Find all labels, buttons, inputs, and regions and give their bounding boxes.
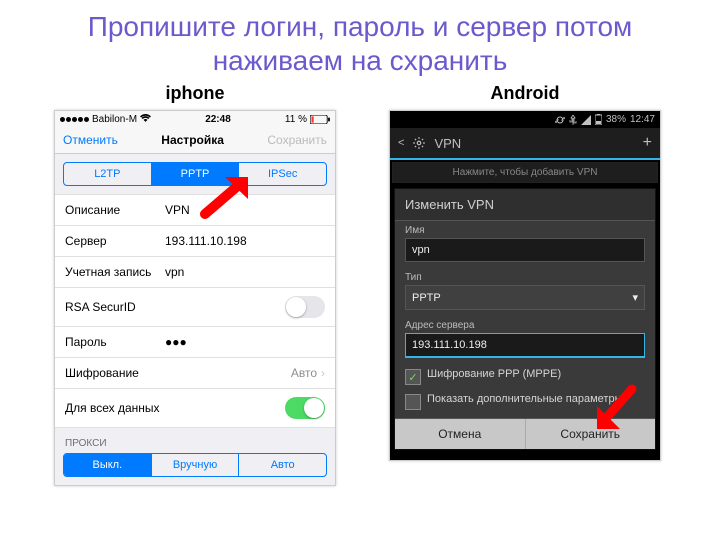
name-label: Имя: [405, 225, 645, 236]
proxy-segmented[interactable]: Выкл. Вручную Авто: [63, 453, 327, 477]
iphone-screenshot: Babilon-M 22:48 11 % Отменить Настройка …: [54, 110, 336, 486]
battery-icon: [595, 114, 602, 125]
proxy-off[interactable]: Выкл.: [64, 454, 151, 476]
seg-ipsec[interactable]: IPSec: [238, 163, 326, 185]
hint-text[interactable]: Нажмите, чтобы добавить VPN: [392, 162, 658, 183]
password-value: ●●●: [165, 335, 187, 349]
sendall-toggle[interactable]: [285, 397, 325, 419]
account-label: Учетная запись: [65, 265, 165, 279]
dropdown-icon: ▾: [632, 291, 638, 304]
cancel-button[interactable]: Отмена: [395, 419, 525, 449]
sendall-label: Для всех данных: [65, 401, 285, 415]
server-value: 193.111.10.198: [165, 234, 247, 248]
desc-value: VPN: [165, 203, 190, 217]
desc-label: Описание: [65, 203, 165, 217]
slide-title: Пропишите логин, пароль и сервер потом н…: [0, 0, 720, 83]
account-value: vpn: [165, 265, 184, 279]
chevron-right-icon: ›: [321, 366, 325, 380]
save-button[interactable]: Сохранить: [525, 419, 656, 449]
android-screenshot: 38% 12:47 < VPN + Нажмите, чтобы добавит…: [389, 110, 661, 461]
type-select[interactable]: PPTP ▾: [405, 285, 645, 310]
mppe-checkbox[interactable]: Шифрование PPP (MPPE): [395, 364, 655, 389]
status-time: 12:47: [630, 114, 655, 125]
checkbox-icon: [405, 369, 421, 385]
status-time: 22:48: [205, 114, 231, 125]
row-rsa: RSA SecurID: [55, 288, 335, 327]
battery-percent: 38%: [606, 114, 626, 125]
server-label: Сервер: [65, 234, 165, 248]
proxy-manual[interactable]: Вручную: [151, 454, 239, 476]
back-icon[interactable]: <: [398, 137, 404, 149]
usb-icon: [569, 115, 577, 125]
rsa-label: RSA SecurID: [65, 300, 285, 314]
ios-nav-bar: Отменить Настройка Сохранить: [55, 127, 335, 154]
advanced-label: Показать дополнительные параметры: [427, 393, 622, 405]
battery-percent: 11 %: [285, 114, 307, 125]
proxy-auto[interactable]: Авто: [238, 454, 326, 476]
android-status-bar: 38% 12:47: [390, 111, 660, 128]
android-action-bar: < VPN +: [390, 128, 660, 160]
proxy-section: ПРОКСИ: [55, 428, 335, 453]
seg-l2tp[interactable]: L2TP: [64, 163, 151, 185]
wifi-icon: [140, 113, 151, 125]
row-encryption[interactable]: Шифрование Авто ›: [55, 358, 335, 389]
row-server[interactable]: Сервер 193.111.10.198: [55, 226, 335, 257]
sync-icon: [555, 115, 565, 125]
row-sendall: Для всех данных: [55, 389, 335, 428]
edit-vpn-dialog: Изменить VPN Имя vpn Тип PPTP ▾ Адрес се…: [394, 188, 656, 450]
advanced-checkbox[interactable]: Показать дополнительные параметры: [395, 389, 655, 414]
cancel-button[interactable]: Отменить: [63, 133, 118, 147]
screen-title: VPN: [434, 136, 461, 151]
save-button[interactable]: Сохранить: [267, 133, 327, 147]
type-label: Тип: [405, 272, 645, 283]
row-description[interactable]: Описание VPN: [55, 194, 335, 226]
signal-icon: [581, 115, 591, 125]
row-account[interactable]: Учетная запись vpn: [55, 257, 335, 288]
ios-status-bar: Babilon-M 22:48 11 %: [55, 111, 335, 127]
seg-pptp[interactable]: PPTP: [151, 163, 239, 185]
carrier-name: Babilon-M: [92, 114, 137, 125]
encryption-value: Авто: [291, 366, 317, 380]
checkbox-icon: [405, 394, 421, 410]
name-input[interactable]: vpn: [405, 238, 645, 262]
encryption-label: Шифрование: [65, 366, 291, 380]
add-button[interactable]: +: [643, 134, 652, 152]
rsa-toggle[interactable]: [285, 296, 325, 318]
row-password[interactable]: Пароль ●●●: [55, 327, 335, 358]
android-label: Android: [375, 83, 675, 104]
signal-icon: [60, 117, 89, 122]
battery-icon: [310, 115, 330, 124]
server-input[interactable]: 193.111.10.198: [405, 333, 645, 358]
server-label: Адрес сервера: [405, 320, 645, 331]
dialog-title: Изменить VPN: [395, 189, 655, 221]
iphone-label: iphone: [45, 83, 345, 104]
password-label: Пароль: [65, 335, 165, 349]
mppe-label: Шифрование PPP (MPPE): [427, 368, 561, 380]
gear-icon: [412, 136, 426, 150]
nav-title: Настройка: [161, 133, 224, 147]
type-value: PPTP: [412, 292, 441, 304]
vpn-type-segmented[interactable]: L2TP PPTP IPSec: [63, 162, 327, 186]
